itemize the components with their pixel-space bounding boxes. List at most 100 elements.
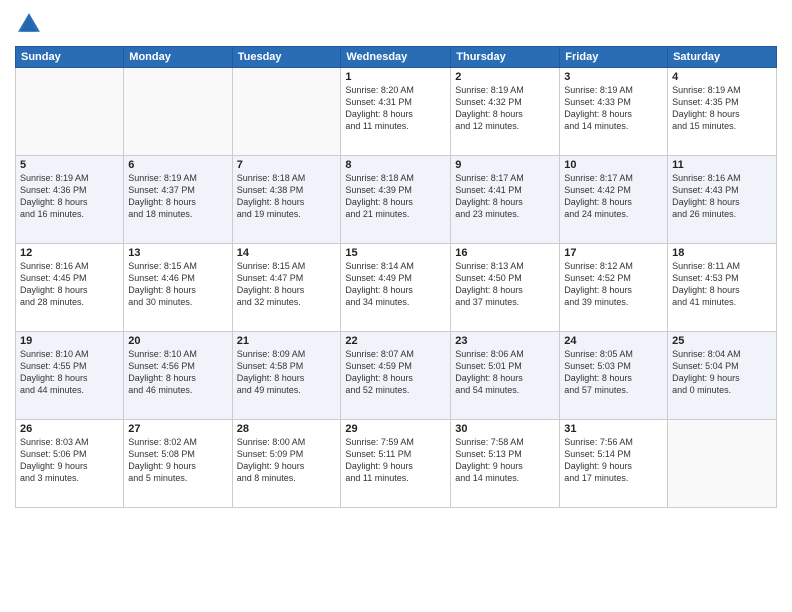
calendar-week-row: 1Sunrise: 8:20 AM Sunset: 4:31 PM Daylig… (16, 68, 777, 156)
calendar-cell (16, 68, 124, 156)
day-info: Sunrise: 8:10 AM Sunset: 4:55 PM Dayligh… (20, 348, 119, 397)
page: SundayMondayTuesdayWednesdayThursdayFrid… (0, 0, 792, 612)
calendar-cell: 3Sunrise: 8:19 AM Sunset: 4:33 PM Daylig… (560, 68, 668, 156)
day-info: Sunrise: 8:18 AM Sunset: 4:39 PM Dayligh… (345, 172, 446, 221)
day-info: Sunrise: 8:19 AM Sunset: 4:33 PM Dayligh… (564, 84, 663, 133)
day-number: 9 (455, 159, 555, 171)
day-number: 22 (345, 335, 446, 347)
calendar-table: SundayMondayTuesdayWednesdayThursdayFrid… (15, 46, 777, 508)
day-number: 27 (128, 423, 227, 435)
day-number: 19 (20, 335, 119, 347)
calendar-week-row: 12Sunrise: 8:16 AM Sunset: 4:45 PM Dayli… (16, 244, 777, 332)
day-info: Sunrise: 7:59 AM Sunset: 5:11 PM Dayligh… (345, 436, 446, 485)
day-info: Sunrise: 8:03 AM Sunset: 5:06 PM Dayligh… (20, 436, 119, 485)
day-info: Sunrise: 8:19 AM Sunset: 4:35 PM Dayligh… (672, 84, 772, 133)
calendar-cell (124, 68, 232, 156)
calendar-cell: 21Sunrise: 8:09 AM Sunset: 4:58 PM Dayli… (232, 332, 341, 420)
day-number: 25 (672, 335, 772, 347)
day-info: Sunrise: 8:17 AM Sunset: 4:42 PM Dayligh… (564, 172, 663, 221)
calendar-cell: 20Sunrise: 8:10 AM Sunset: 4:56 PM Dayli… (124, 332, 232, 420)
calendar-cell: 17Sunrise: 8:12 AM Sunset: 4:52 PM Dayli… (560, 244, 668, 332)
day-info: Sunrise: 8:15 AM Sunset: 4:47 PM Dayligh… (237, 260, 337, 309)
calendar-cell: 26Sunrise: 8:03 AM Sunset: 5:06 PM Dayli… (16, 420, 124, 508)
day-number: 14 (237, 247, 337, 259)
calendar-cell: 14Sunrise: 8:15 AM Sunset: 4:47 PM Dayli… (232, 244, 341, 332)
day-number: 12 (20, 247, 119, 259)
day-info: Sunrise: 8:16 AM Sunset: 4:45 PM Dayligh… (20, 260, 119, 309)
day-number: 10 (564, 159, 663, 171)
day-of-week-header: Thursday (451, 47, 560, 68)
day-number: 13 (128, 247, 227, 259)
calendar-cell: 13Sunrise: 8:15 AM Sunset: 4:46 PM Dayli… (124, 244, 232, 332)
day-info: Sunrise: 8:19 AM Sunset: 4:32 PM Dayligh… (455, 84, 555, 133)
logo (15, 10, 47, 38)
calendar-cell: 28Sunrise: 8:00 AM Sunset: 5:09 PM Dayli… (232, 420, 341, 508)
day-number: 30 (455, 423, 555, 435)
day-info: Sunrise: 8:02 AM Sunset: 5:08 PM Dayligh… (128, 436, 227, 485)
day-number: 20 (128, 335, 227, 347)
day-info: Sunrise: 7:58 AM Sunset: 5:13 PM Dayligh… (455, 436, 555, 485)
day-info: Sunrise: 8:07 AM Sunset: 4:59 PM Dayligh… (345, 348, 446, 397)
day-number: 1 (345, 71, 446, 83)
day-info: Sunrise: 8:20 AM Sunset: 4:31 PM Dayligh… (345, 84, 446, 133)
calendar-cell: 2Sunrise: 8:19 AM Sunset: 4:32 PM Daylig… (451, 68, 560, 156)
header-row: SundayMondayTuesdayWednesdayThursdayFrid… (16, 47, 777, 68)
calendar-week-row: 5Sunrise: 8:19 AM Sunset: 4:36 PM Daylig… (16, 156, 777, 244)
calendar-header: SundayMondayTuesdayWednesdayThursdayFrid… (16, 47, 777, 68)
day-info: Sunrise: 8:14 AM Sunset: 4:49 PM Dayligh… (345, 260, 446, 309)
calendar-cell: 5Sunrise: 8:19 AM Sunset: 4:36 PM Daylig… (16, 156, 124, 244)
calendar-cell: 24Sunrise: 8:05 AM Sunset: 5:03 PM Dayli… (560, 332, 668, 420)
calendar-cell: 23Sunrise: 8:06 AM Sunset: 5:01 PM Dayli… (451, 332, 560, 420)
calendar-cell: 1Sunrise: 8:20 AM Sunset: 4:31 PM Daylig… (341, 68, 451, 156)
calendar-cell: 7Sunrise: 8:18 AM Sunset: 4:38 PM Daylig… (232, 156, 341, 244)
day-info: Sunrise: 8:15 AM Sunset: 4:46 PM Dayligh… (128, 260, 227, 309)
day-info: Sunrise: 8:19 AM Sunset: 4:37 PM Dayligh… (128, 172, 227, 221)
day-number: 16 (455, 247, 555, 259)
calendar-cell: 10Sunrise: 8:17 AM Sunset: 4:42 PM Dayli… (560, 156, 668, 244)
calendar-cell: 22Sunrise: 8:07 AM Sunset: 4:59 PM Dayli… (341, 332, 451, 420)
day-info: Sunrise: 7:56 AM Sunset: 5:14 PM Dayligh… (564, 436, 663, 485)
day-info: Sunrise: 8:04 AM Sunset: 5:04 PM Dayligh… (672, 348, 772, 397)
day-number: 28 (237, 423, 337, 435)
day-number: 29 (345, 423, 446, 435)
calendar-cell: 15Sunrise: 8:14 AM Sunset: 4:49 PM Dayli… (341, 244, 451, 332)
day-number: 18 (672, 247, 772, 259)
day-of-week-header: Sunday (16, 47, 124, 68)
header (15, 10, 777, 38)
calendar-cell: 9Sunrise: 8:17 AM Sunset: 4:41 PM Daylig… (451, 156, 560, 244)
day-number: 21 (237, 335, 337, 347)
day-info: Sunrise: 8:09 AM Sunset: 4:58 PM Dayligh… (237, 348, 337, 397)
day-number: 15 (345, 247, 446, 259)
day-info: Sunrise: 8:06 AM Sunset: 5:01 PM Dayligh… (455, 348, 555, 397)
day-info: Sunrise: 8:13 AM Sunset: 4:50 PM Dayligh… (455, 260, 555, 309)
day-number: 3 (564, 71, 663, 83)
calendar-cell (668, 420, 777, 508)
day-number: 17 (564, 247, 663, 259)
calendar-cell: 27Sunrise: 8:02 AM Sunset: 5:08 PM Dayli… (124, 420, 232, 508)
day-number: 7 (237, 159, 337, 171)
day-of-week-header: Monday (124, 47, 232, 68)
day-info: Sunrise: 8:10 AM Sunset: 4:56 PM Dayligh… (128, 348, 227, 397)
day-number: 26 (20, 423, 119, 435)
day-number: 6 (128, 159, 227, 171)
calendar-week-row: 26Sunrise: 8:03 AM Sunset: 5:06 PM Dayli… (16, 420, 777, 508)
day-of-week-header: Tuesday (232, 47, 341, 68)
day-info: Sunrise: 8:11 AM Sunset: 4:53 PM Dayligh… (672, 260, 772, 309)
day-info: Sunrise: 8:00 AM Sunset: 5:09 PM Dayligh… (237, 436, 337, 485)
calendar-cell: 25Sunrise: 8:04 AM Sunset: 5:04 PM Dayli… (668, 332, 777, 420)
calendar-cell: 30Sunrise: 7:58 AM Sunset: 5:13 PM Dayli… (451, 420, 560, 508)
calendar-cell: 12Sunrise: 8:16 AM Sunset: 4:45 PM Dayli… (16, 244, 124, 332)
calendar-cell: 16Sunrise: 8:13 AM Sunset: 4:50 PM Dayli… (451, 244, 560, 332)
day-info: Sunrise: 8:12 AM Sunset: 4:52 PM Dayligh… (564, 260, 663, 309)
calendar-cell: 31Sunrise: 7:56 AM Sunset: 5:14 PM Dayli… (560, 420, 668, 508)
day-number: 4 (672, 71, 772, 83)
day-number: 31 (564, 423, 663, 435)
day-of-week-header: Friday (560, 47, 668, 68)
day-number: 24 (564, 335, 663, 347)
logo-icon (15, 10, 43, 38)
calendar-cell: 4Sunrise: 8:19 AM Sunset: 4:35 PM Daylig… (668, 68, 777, 156)
day-info: Sunrise: 8:19 AM Sunset: 4:36 PM Dayligh… (20, 172, 119, 221)
calendar-cell: 6Sunrise: 8:19 AM Sunset: 4:37 PM Daylig… (124, 156, 232, 244)
day-number: 2 (455, 71, 555, 83)
day-number: 23 (455, 335, 555, 347)
